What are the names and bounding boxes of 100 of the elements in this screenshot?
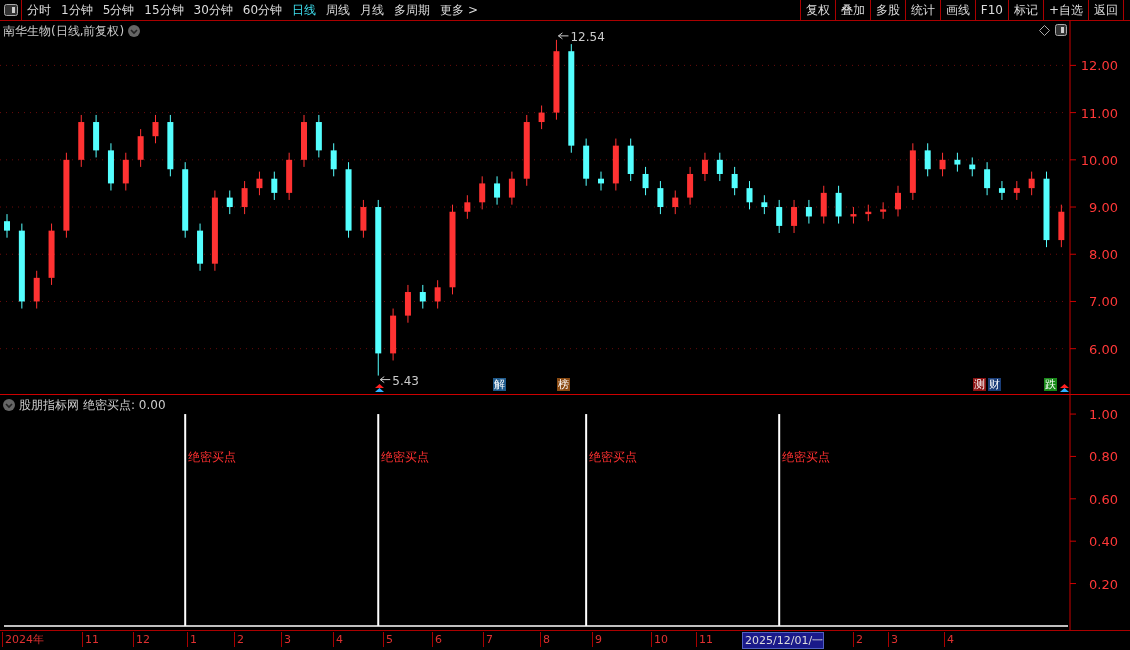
candle (924, 142, 931, 177)
candle (1013, 180, 1020, 201)
candle (137, 128, 144, 168)
axis-label: 10.00 (1080, 152, 1118, 168)
period-tab[interactable]: 60分钟 (237, 0, 288, 20)
candle (1058, 204, 1065, 248)
event-tag[interactable]: 解 (493, 378, 506, 391)
candle (197, 223, 204, 272)
event-tag[interactable]: 榜 (557, 378, 570, 391)
axis-label: 0.40 (1089, 534, 1118, 550)
event-tag[interactable]: 财 (988, 378, 1001, 391)
candle (434, 279, 441, 310)
candle (256, 171, 263, 196)
axis-label: 8.00 (1089, 247, 1118, 263)
candle (479, 175, 486, 210)
candle (538, 105, 545, 130)
diamond-icon[interactable] (1039, 25, 1050, 36)
period-tab[interactable]: 多周期 (389, 0, 436, 20)
indicator-reading: 绝密买点: 0.00 (83, 397, 166, 414)
panel-toggle-icon[interactable] (1055, 24, 1067, 36)
more-link[interactable]: 更多 > (435, 0, 483, 20)
candle (107, 142, 114, 191)
axis-label: 7.00 (1089, 294, 1118, 310)
toolbar-button[interactable]: 叠加 (834, 0, 870, 20)
candle (687, 166, 694, 206)
candle (78, 114, 85, 168)
toolbar-button[interactable]: +自选 (1042, 0, 1088, 20)
candle (895, 185, 901, 217)
candle (167, 114, 174, 177)
up-arrow-icon (1060, 384, 1069, 392)
indicator-title: 股朋指标网 (19, 397, 79, 414)
candle (122, 152, 129, 191)
candle (315, 114, 322, 158)
candle (404, 284, 411, 324)
date-label: 2 (853, 632, 863, 647)
period-tab[interactable]: 30分钟 (188, 0, 238, 20)
toolbar-button[interactable]: 多股 (869, 0, 905, 20)
candle (330, 142, 337, 177)
chevron-down-icon[interactable] (128, 25, 141, 37)
toolbar-button[interactable]: 统计 (904, 0, 940, 20)
candle (33, 270, 40, 310)
candle (286, 152, 293, 201)
candle (494, 175, 501, 206)
date-label: 7 (483, 632, 493, 647)
period-tab[interactable]: 日线 (287, 0, 322, 20)
candle (241, 180, 248, 215)
toolbar-button[interactable]: 标记 (1007, 0, 1043, 20)
axis-label: 11.00 (1080, 105, 1118, 121)
candle (731, 166, 738, 196)
date-label: 8 (540, 632, 550, 647)
candle (746, 180, 753, 210)
event-tag[interactable]: 测 (973, 378, 986, 391)
period-tab[interactable]: 分时 (22, 0, 56, 20)
candle (998, 180, 1005, 201)
period-tab[interactable]: 5分钟 (97, 0, 140, 20)
candle (820, 185, 827, 225)
candle (419, 284, 426, 310)
price-label: 5.43 (392, 373, 419, 388)
candle (850, 206, 857, 225)
date-label: 11 (82, 632, 99, 647)
candle (969, 156, 976, 177)
period-tab[interactable]: 1分钟 (56, 0, 98, 20)
candle (761, 194, 768, 215)
axis-label: 6.00 (1089, 341, 1118, 357)
signal-label: 绝密买点 (589, 450, 638, 465)
date-label: 2 (234, 632, 244, 647)
period-tab[interactable]: 15分钟 (139, 0, 189, 20)
date-label: 5 (383, 632, 393, 647)
candle (152, 114, 159, 144)
date-label: 10 (651, 632, 668, 647)
leader-line (557, 32, 569, 40)
toolbar-button[interactable]: 画线 (939, 0, 975, 20)
chevron-down-icon[interactable] (3, 399, 15, 411)
toolbar-button[interactable]: F10 (974, 0, 1008, 20)
candle (612, 138, 619, 191)
signal-label: 绝密买点 (188, 450, 237, 465)
candle (657, 180, 664, 215)
axis-label: 0.80 (1089, 449, 1118, 465)
candle (776, 199, 783, 234)
period-tab[interactable]: 周线 (321, 0, 356, 20)
axis-label: 0.20 (1089, 576, 1118, 592)
date-label: 3 (888, 632, 898, 647)
candle (880, 201, 887, 220)
candle (301, 114, 307, 168)
date-label: 11 (696, 632, 713, 647)
event-tag[interactable]: 跌 (1044, 378, 1057, 391)
date-label: 6 (432, 632, 442, 647)
candle (909, 142, 916, 201)
candle (598, 171, 604, 191)
toolbar-button[interactable]: 复权 (799, 0, 835, 20)
date-label: 1 (187, 632, 197, 647)
period-tab[interactable]: 月线 (355, 0, 390, 20)
candle (1028, 171, 1035, 196)
toolbar-button[interactable]: 返回 (1088, 0, 1124, 20)
candle (835, 185, 842, 225)
axis-label: 0.60 (1089, 491, 1118, 507)
candle (48, 223, 55, 286)
axis-label: 1.00 (1089, 407, 1118, 423)
date-label: 9 (592, 632, 602, 647)
candle (865, 204, 872, 222)
